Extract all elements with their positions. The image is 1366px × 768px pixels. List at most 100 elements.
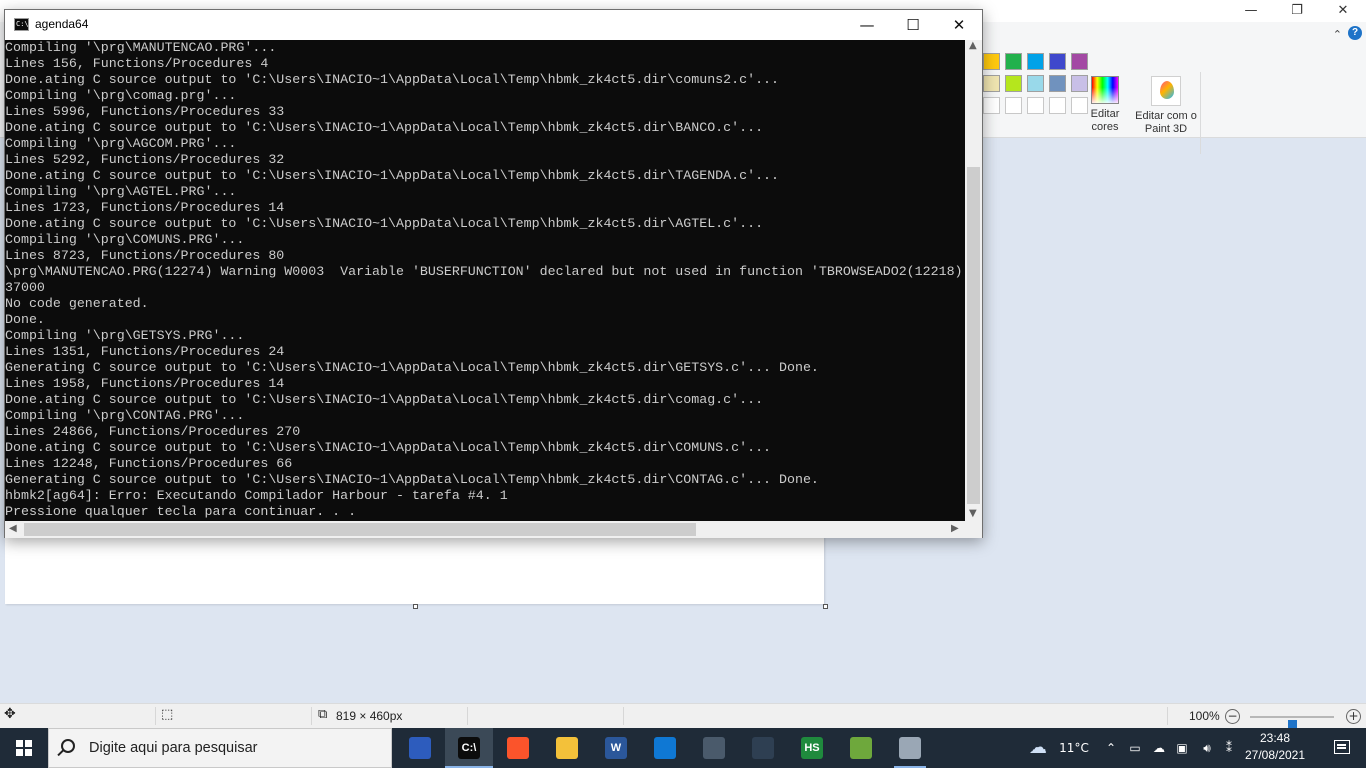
- taskbar: Digite aqui para pesquisar C:\ W HS ☁ 11°C…: [0, 728, 1366, 768]
- scroll-up-icon[interactable]: ▲: [969, 40, 977, 51]
- color-swatch[interactable]: [1027, 97, 1044, 114]
- console-lines: Compiling '\prg\MANUTENCAO.PRG'... Lines …: [5, 40, 963, 520]
- volume-icon[interactable]: 🔊︎: [1196, 728, 1218, 768]
- weather-temp[interactable]: 11°C: [1054, 728, 1094, 768]
- console-maximize-button[interactable]: ☐: [890, 10, 936, 40]
- taskbar-app-calculator[interactable]: [690, 728, 738, 768]
- color-swatch[interactable]: [1049, 97, 1066, 114]
- color-swatch[interactable]: [983, 53, 1000, 70]
- vertical-scroll-thumb[interactable]: [967, 167, 980, 504]
- color-swatch[interactable]: [1027, 53, 1044, 70]
- windows-icon: [16, 740, 32, 756]
- console-line: Lines 8723, Functions/Procedures 80: [5, 248, 285, 263]
- console-line: Done.ating C source output to 'C:\Users\…: [5, 120, 764, 135]
- zoom-out-button[interactable]: −: [1225, 709, 1240, 724]
- taskbar-app-snipping[interactable]: [739, 728, 787, 768]
- console-line: Compiling '\prg\COMUNS.PRG'...: [5, 232, 245, 247]
- console-line: Done.ating C source output to 'C:\Users\…: [5, 440, 772, 455]
- console-line: \prg\MANUTENCAO.PRG(12274) Warning W0003…: [5, 264, 963, 279]
- console-title-bar[interactable]: C:\ agenda64 — ☐ ✕: [5, 10, 982, 40]
- ribbon-divider: [1200, 72, 1201, 154]
- battery-icon[interactable]: ▭: [1125, 728, 1145, 768]
- console-minimize-button[interactable]: —: [844, 10, 890, 40]
- console-close-button[interactable]: ✕: [936, 10, 982, 40]
- notifications-button[interactable]: [1318, 728, 1366, 768]
- scroll-right-icon[interactable]: ▶: [951, 523, 959, 534]
- paint-restore-button[interactable]: ❐: [1274, 0, 1320, 22]
- onedrive-icon[interactable]: ☁: [1149, 728, 1169, 768]
- clock-time: 23:48: [1259, 731, 1291, 745]
- console-line: Compiling '\prg\AGTEL.PRG'...: [5, 184, 237, 199]
- mail-icon: [654, 737, 676, 759]
- taskbar-app-chart-app[interactable]: [837, 728, 885, 768]
- taskview-icon: [409, 737, 431, 759]
- color-swatch[interactable]: [1049, 75, 1066, 92]
- color-swatch[interactable]: [1071, 53, 1088, 70]
- console-line: Compiling '\prg\CONTAG.PRG'...: [5, 408, 245, 423]
- horizontal-scroll-thumb[interactable]: [24, 523, 696, 536]
- clock[interactable]: 23:48 27/08/2021: [1230, 730, 1320, 764]
- image-size-icon: ⧉: [318, 707, 328, 722]
- color-swatch[interactable]: [983, 97, 1000, 114]
- tray-chevron-icon[interactable]: ⌃: [1102, 728, 1120, 768]
- zoom-slider[interactable]: [1250, 716, 1334, 736]
- console-line: Lines 1351, Functions/Procedures 24: [5, 344, 285, 359]
- taskbar-app-cmd[interactable]: C:\: [445, 728, 493, 768]
- console-line: Done.ating C source output to 'C:\Users\…: [5, 168, 780, 183]
- weather-icon[interactable]: ☁: [1026, 728, 1050, 768]
- console-line: Compiling '\prg\MANUTENCAO.PRG'...: [5, 40, 277, 55]
- console-line: Done.ating C source output to 'C:\Users\…: [5, 72, 780, 87]
- taskbar-search[interactable]: Digite aqui para pesquisar: [48, 728, 392, 768]
- color-swatch[interactable]: [1005, 97, 1022, 114]
- notification-icon: [1334, 740, 1350, 754]
- console-line: Lines 5996, Functions/Procedures 33: [5, 104, 285, 119]
- selection-size-icon: ⬚: [161, 707, 174, 722]
- console-line: Compiling '\prg\GETSYS.PRG'...: [5, 328, 245, 343]
- paint-canvas[interactable]: [5, 536, 824, 604]
- color-swatch[interactable]: [1049, 53, 1066, 70]
- network-icon[interactable]: ▣: [1172, 728, 1192, 768]
- console-line: Lines 5292, Functions/Procedures 32: [5, 152, 285, 167]
- word-icon: W: [605, 737, 627, 759]
- zoom-in-button[interactable]: +: [1346, 709, 1361, 724]
- console-icon: C:\: [14, 18, 29, 31]
- taskbar-app-mail[interactable]: [641, 728, 689, 768]
- taskbar-app-explorer[interactable]: [543, 728, 591, 768]
- taskbar-app-word[interactable]: W: [592, 728, 640, 768]
- explorer-icon: [556, 737, 578, 759]
- paint-close-button[interactable]: ✕: [1320, 0, 1366, 22]
- rainbow-icon: [1091, 76, 1119, 104]
- console-line: Done.ating C source output to 'C:\Users\…: [5, 216, 764, 231]
- horizontal-scrollbar[interactable]: ◀ ▶: [5, 521, 965, 538]
- ribbon-collapse-icon[interactable]: ⌃: [1333, 28, 1342, 41]
- console-line: Pressione qualquer tecla para continuar.…: [5, 504, 357, 519]
- console-line: No code generated.: [5, 296, 149, 311]
- paint-minimize-button[interactable]: —: [1228, 0, 1274, 22]
- resize-handle-corner[interactable]: [823, 604, 828, 609]
- cursor-position-icon: ✥: [4, 706, 16, 722]
- console-output[interactable]: Compiling '\prg\MANUTENCAO.PRG'... Lines …: [5, 40, 965, 521]
- vertical-scrollbar[interactable]: ▲ ▼: [965, 40, 982, 521]
- search-icon: [61, 739, 75, 753]
- taskbar-app-taskview[interactable]: [396, 728, 444, 768]
- chart-app-icon: [850, 737, 872, 759]
- taskbar-app-paint[interactable]: [886, 728, 934, 768]
- help-icon[interactable]: ?: [1348, 26, 1362, 40]
- color-swatch[interactable]: [1027, 75, 1044, 92]
- cmd-icon: C:\: [458, 737, 480, 759]
- taskbar-app-hs[interactable]: HS: [788, 728, 836, 768]
- scrollbar-corner: [965, 521, 982, 538]
- edit-colors-button[interactable]: Editar cores: [1086, 76, 1124, 134]
- paint-status-bar: ✥ ⬚ ⧉ 819 × 460px 100% − +: [0, 703, 1366, 736]
- scroll-left-icon[interactable]: ◀: [9, 523, 17, 534]
- resize-handle-bottom[interactable]: [413, 604, 418, 609]
- paint3d-label: Editar com o Paint 3D: [1135, 110, 1197, 135]
- taskbar-app-brave[interactable]: [494, 728, 542, 768]
- edit-with-paint3d-button[interactable]: Editar com o Paint 3D: [1134, 76, 1198, 136]
- color-swatch[interactable]: [983, 75, 1000, 92]
- color-swatch[interactable]: [1005, 75, 1022, 92]
- color-swatch[interactable]: [1005, 53, 1022, 70]
- scroll-down-icon[interactable]: ▼: [969, 508, 977, 519]
- console-line: Lines 156, Functions/Procedures 4: [5, 56, 269, 71]
- start-button[interactable]: [0, 728, 48, 768]
